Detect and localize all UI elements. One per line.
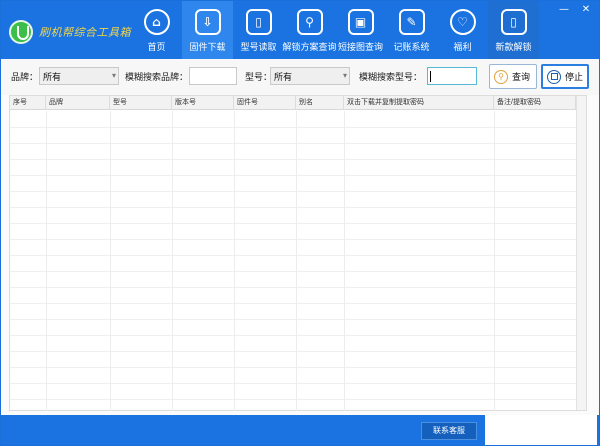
image-icon: ▣ [347,9,374,35]
home-icon: ⌂ [143,9,170,35]
minimize-button[interactable]: — [557,3,571,17]
grid-row-line [10,223,586,224]
grid-column-line [494,111,495,411]
grid-row-line [10,287,586,288]
grid-row-line [10,127,586,128]
query-button[interactable]: ⚲ 查询 [489,64,537,89]
nav-item-accounting[interactable]: ✎ 记账系统 [386,1,437,59]
top-toolbar: 刷机帮综合工具箱 ⌂ 首页 ⇩ 固件下载 ▯ 型号读取 ⚲ 解锁方案查询 ▣ 短… [1,1,599,59]
grid-row-line [10,207,586,208]
bottom-blank-area [485,415,597,445]
logo-icon [9,20,33,44]
grid-column-line [110,111,111,411]
close-button[interactable]: ✕ [579,3,593,17]
brand-label: 品牌： [11,72,39,82]
firmware-table: 序号 品牌 型号 版本号 固件号 别名 双击下载并复制提取密码 备注/提取密码 [9,95,587,416]
text-caret [430,71,431,82]
search-icon: ⚲ [494,69,508,84]
nav-label: 记账系统 [393,42,430,52]
nav-item-firmware-download[interactable]: ⇩ 固件下载 [182,1,233,59]
model-select-value: 所有 [274,71,293,82]
nav-item-welfare[interactable]: ♡ 福利 [437,1,488,59]
column-header[interactable]: 固件号 [234,96,296,110]
nav-item-home[interactable]: ⌂ 首页 [131,1,182,59]
search-doc-icon: ⚲ [296,9,323,35]
query-button-label: 查询 [512,72,531,82]
grid-row-line [10,367,586,368]
contact-support-button[interactable]: 联系客服 [421,422,477,440]
grid-row-line [10,255,586,256]
main-nav: ⌂ 首页 ⇩ 固件下载 ▯ 型号读取 ⚲ 解锁方案查询 ▣ 短接图查询 ✎ 记账… [131,1,539,59]
grid-row-line [10,159,586,160]
column-header[interactable]: 别名 [296,96,344,110]
download-icon: ⇩ [194,9,221,35]
grid-row-line [10,383,586,384]
table-body [10,111,586,416]
heart-icon: ♡ [449,9,476,35]
app-title: 刷机帮综合工具箱 [39,26,131,39]
grid-row-line [10,351,586,352]
grid-column-line [234,111,235,411]
grid-row-line [10,303,586,304]
column-header[interactable]: 版本号 [172,96,234,110]
brand-select[interactable]: 所有 ▾ [39,67,119,85]
stop-button[interactable]: 停止 [541,64,589,89]
nav-item-model-read[interactable]: ▯ 型号读取 [233,1,284,59]
app-window: 刷机帮综合工具箱 ⌂ 首页 ⇩ 固件下载 ▯ 型号读取 ⚲ 解锁方案查询 ▣ 短… [0,0,600,446]
column-header[interactable]: 品牌 [46,96,110,110]
nav-item-unlock-query[interactable]: ⚲ 解锁方案查询 [282,1,337,59]
stop-button-label: 停止 [565,72,584,82]
filter-bar: 品牌： 所有 ▾ 模糊搜索品牌： 型号： 所有 ▾ 模糊搜索型号： ⚲ 查询 停… [1,59,599,95]
nav-label: 短接图查询 [337,42,383,52]
grid-row-line [10,239,586,240]
grid-row-line [10,175,586,176]
fuzzy-model-input[interactable] [427,67,477,85]
fuzzy-brand-input[interactable] [189,67,237,85]
bottom-bar: 联系客服 [1,415,599,445]
nav-label: 型号读取 [240,42,277,52]
column-header[interactable]: 双击下载并复制提取密码 [344,96,494,110]
column-header[interactable]: 型号 [110,96,172,110]
nav-label: 解锁方案查询 [282,42,337,52]
edit-icon: ✎ [398,9,425,35]
nav-label: 首页 [147,42,166,52]
grid-row-line [10,143,586,144]
chevron-down-icon: ▾ [342,71,347,80]
grid-column-line [172,111,173,411]
vertical-scrollbar[interactable] [576,96,586,410]
nav-item-new-unlock[interactable]: ▯ 新款解锁 [488,1,539,59]
nav-item-short-circuit-query[interactable]: ▣ 短接图查询 [335,1,386,59]
grid-row-line [10,399,586,400]
nav-label: 固件下载 [189,42,226,52]
grid-row-line [10,191,586,192]
grid-row-line [10,271,586,272]
fuzzy-brand-label: 模糊搜索品牌： [125,72,189,82]
grid-column-line [296,111,297,411]
grid-column-line [344,111,345,411]
grid-row-line [10,319,586,320]
unlock-phone-icon: ▯ [500,9,527,35]
nav-label: 福利 [453,42,472,52]
nav-label: 新款解锁 [495,42,532,52]
fuzzy-model-label: 模糊搜索型号： [359,72,423,82]
window-controls: — ✕ [557,3,593,17]
column-header[interactable]: 序号 [10,96,46,110]
phone-icon: ▯ [245,9,272,35]
model-select[interactable]: 所有 ▾ [270,67,350,85]
chevron-down-icon: ▾ [111,71,116,80]
grid-row-line [10,335,586,336]
model-label: 型号： [245,72,273,82]
brand-select-value: 所有 [43,71,62,82]
stop-icon [547,69,561,84]
table-header: 序号 品牌 型号 版本号 固件号 别名 双击下载并复制提取密码 备注/提取密码 [10,96,586,110]
column-header[interactable]: 备注/提取密码 [494,96,576,110]
grid-column-line [46,111,47,411]
